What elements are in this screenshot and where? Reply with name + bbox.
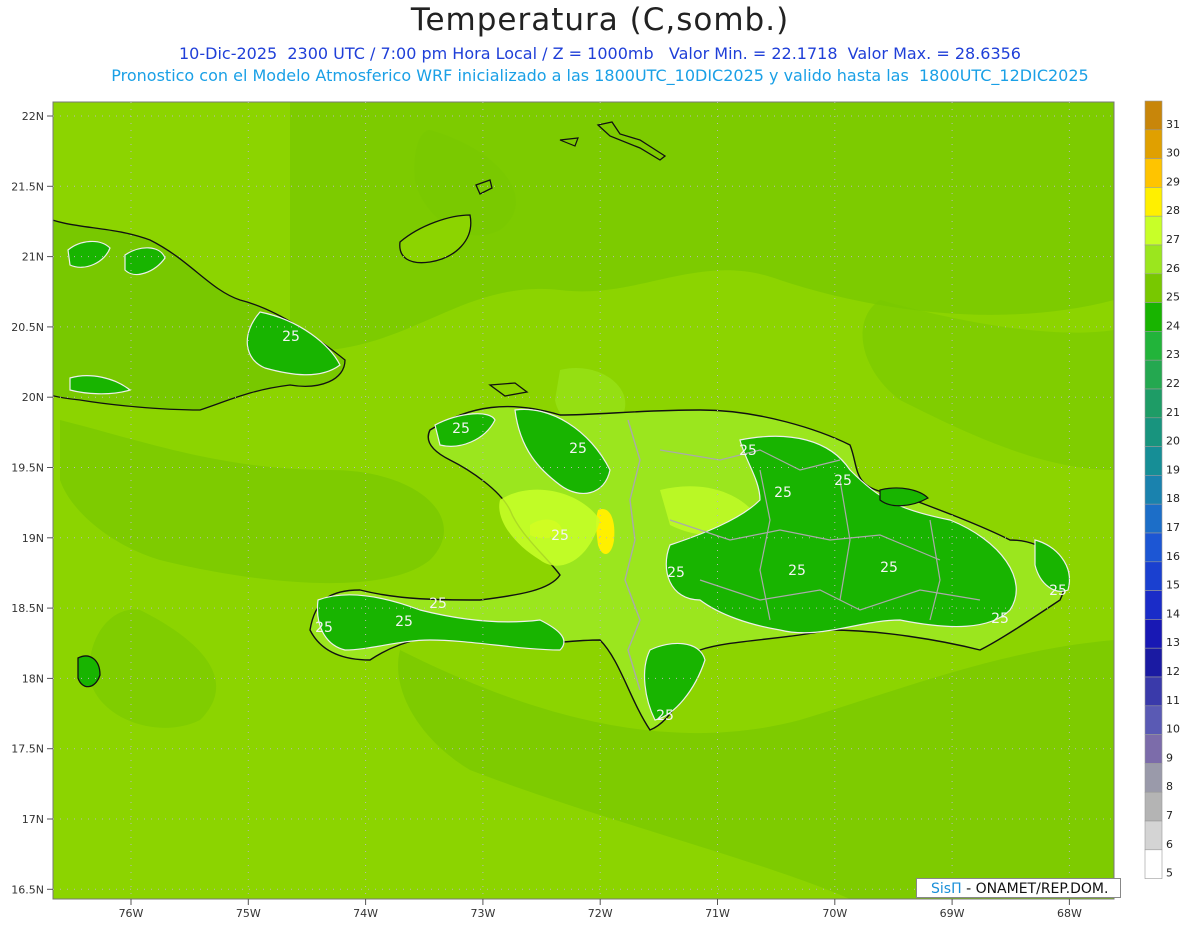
contour-label: 25 (1049, 583, 1067, 599)
lat-label: 19N (22, 532, 44, 545)
legend-swatch (1144, 331, 1163, 361)
legend-label: 9 (1166, 751, 1173, 764)
legend-label: 30 (1166, 147, 1180, 160)
contour-label: 25 (551, 528, 569, 544)
legend-swatch (1144, 302, 1163, 332)
legend-swatch (1144, 705, 1163, 735)
legend-swatch (1144, 215, 1163, 246)
legend-label: 8 (1166, 780, 1173, 793)
longitude-labels: 76W 75W 74W 73W 72W 71W 70W 69W 68W (119, 899, 1082, 920)
legend-swatch (1144, 158, 1163, 188)
legend-swatch (1144, 129, 1163, 159)
legend-swatch (1144, 475, 1163, 505)
contour-label: 25 (656, 708, 674, 724)
legend-label: 15 (1166, 579, 1180, 592)
lon-label: 69W (940, 907, 965, 920)
legend-label: 23 (1166, 348, 1180, 361)
legend-label: 22 (1166, 377, 1180, 390)
lon-label: 70W (822, 907, 847, 920)
legend-swatch (1144, 187, 1163, 217)
lon-label: 68W (1057, 907, 1082, 920)
contour-label: 25 (569, 441, 587, 457)
lat-label: 16.5N (11, 883, 44, 896)
lat-label: 21N (22, 251, 44, 264)
legend-label: 10 (1166, 723, 1180, 736)
legend-swatch (1144, 561, 1163, 591)
legend-swatch (1144, 388, 1163, 419)
legend-label: 27 (1166, 233, 1180, 246)
legend-label: 31 (1166, 118, 1180, 131)
legend-label: 13 (1166, 636, 1180, 649)
lat-label: 20N (22, 391, 44, 404)
lon-label: 75W (236, 907, 261, 920)
lat-label: 17N (22, 813, 44, 826)
legend-label: 25 (1166, 291, 1180, 304)
legend-label: 19 (1166, 463, 1180, 476)
lon-label: 71W (705, 907, 730, 920)
legend-swatch (1144, 503, 1163, 534)
legend-label: 16 (1166, 550, 1180, 563)
legend-swatch (1144, 100, 1163, 131)
legend-label: 6 (1166, 838, 1173, 851)
lat-label: 20.5N (11, 321, 44, 334)
legend-swatch (1144, 417, 1163, 447)
legend-label: 5 (1166, 867, 1173, 880)
lon-label: 76W (119, 907, 144, 920)
contour-label: 25 (452, 421, 470, 437)
legend-label: 24 (1166, 319, 1180, 332)
lon-label: 72W (588, 907, 613, 920)
legend-swatch (1144, 619, 1163, 649)
temperature-map: 22N 21.5N 21N 20.5N 20N 19.5N 19N 18.5N 18N 17.5N… (11, 100, 1180, 920)
brand-logo-text: SisΠ (931, 881, 962, 897)
contour-label: 25 (395, 614, 413, 630)
lon-label: 74W (353, 907, 378, 920)
lat-label: 17.5N (11, 743, 44, 756)
legend-label: 12 (1166, 665, 1180, 678)
contour-label: 25 (429, 596, 447, 612)
lon-label: 73W (470, 907, 495, 920)
legend-swatch (1144, 359, 1163, 390)
legend-label: 14 (1166, 607, 1180, 620)
legend-swatch (1144, 446, 1163, 476)
lat-label: 18.5N (11, 602, 44, 615)
legend-swatch (1144, 849, 1163, 879)
legend-swatch (1144, 763, 1163, 793)
latitude-labels: 22N 21.5N 21N 20.5N 20N 19.5N 19N 18.5N 18N 17.5N… (11, 110, 53, 896)
legend-label: 17 (1166, 521, 1180, 534)
contour-label: 25 (880, 560, 898, 576)
legend-swatch (1144, 590, 1163, 620)
contour-label: 25 (315, 620, 333, 636)
lat-label: 19.5N (11, 462, 44, 475)
legend-swatch (1144, 244, 1163, 275)
legend-swatch (1144, 820, 1163, 851)
lat-label: 22N (22, 110, 44, 123)
contour-label: 25 (991, 611, 1009, 627)
legend-swatch (1144, 734, 1163, 764)
contour-label: 25 (739, 443, 757, 459)
legend-swatch (1144, 676, 1163, 707)
lat-label: 18N (22, 672, 44, 685)
legend-label: 21 (1166, 406, 1180, 419)
contour-label: 25 (834, 473, 852, 489)
credit-text: - ONAMET/REP.DOM. (966, 881, 1109, 897)
contour-label: 25 (667, 565, 685, 581)
credit-box: SisΠ - ONAMET/REP.DOM. (916, 878, 1121, 898)
legend-swatch (1144, 273, 1163, 303)
legend-swatch (1144, 532, 1163, 563)
legend-label: 7 (1166, 809, 1173, 822)
contour-label: 25 (788, 563, 806, 579)
legend-label: 20 (1166, 435, 1180, 448)
legend-swatch (1144, 791, 1163, 822)
color-legend: 31 30 29 28 27 26 25 24 23 22 21 20 19 18 17 16 15 14 13 12… (1144, 100, 1180, 880)
legend-swatch (1144, 647, 1163, 678)
legend-label: 29 (1166, 175, 1180, 188)
contour-label: 25 (282, 329, 300, 345)
contour-label: 25 (774, 485, 792, 501)
legend-label: 18 (1166, 492, 1180, 505)
legend-label: 26 (1166, 262, 1180, 275)
legend-label: 11 (1166, 694, 1180, 707)
legend-label: 28 (1166, 204, 1180, 217)
lat-label: 21.5N (11, 180, 44, 193)
